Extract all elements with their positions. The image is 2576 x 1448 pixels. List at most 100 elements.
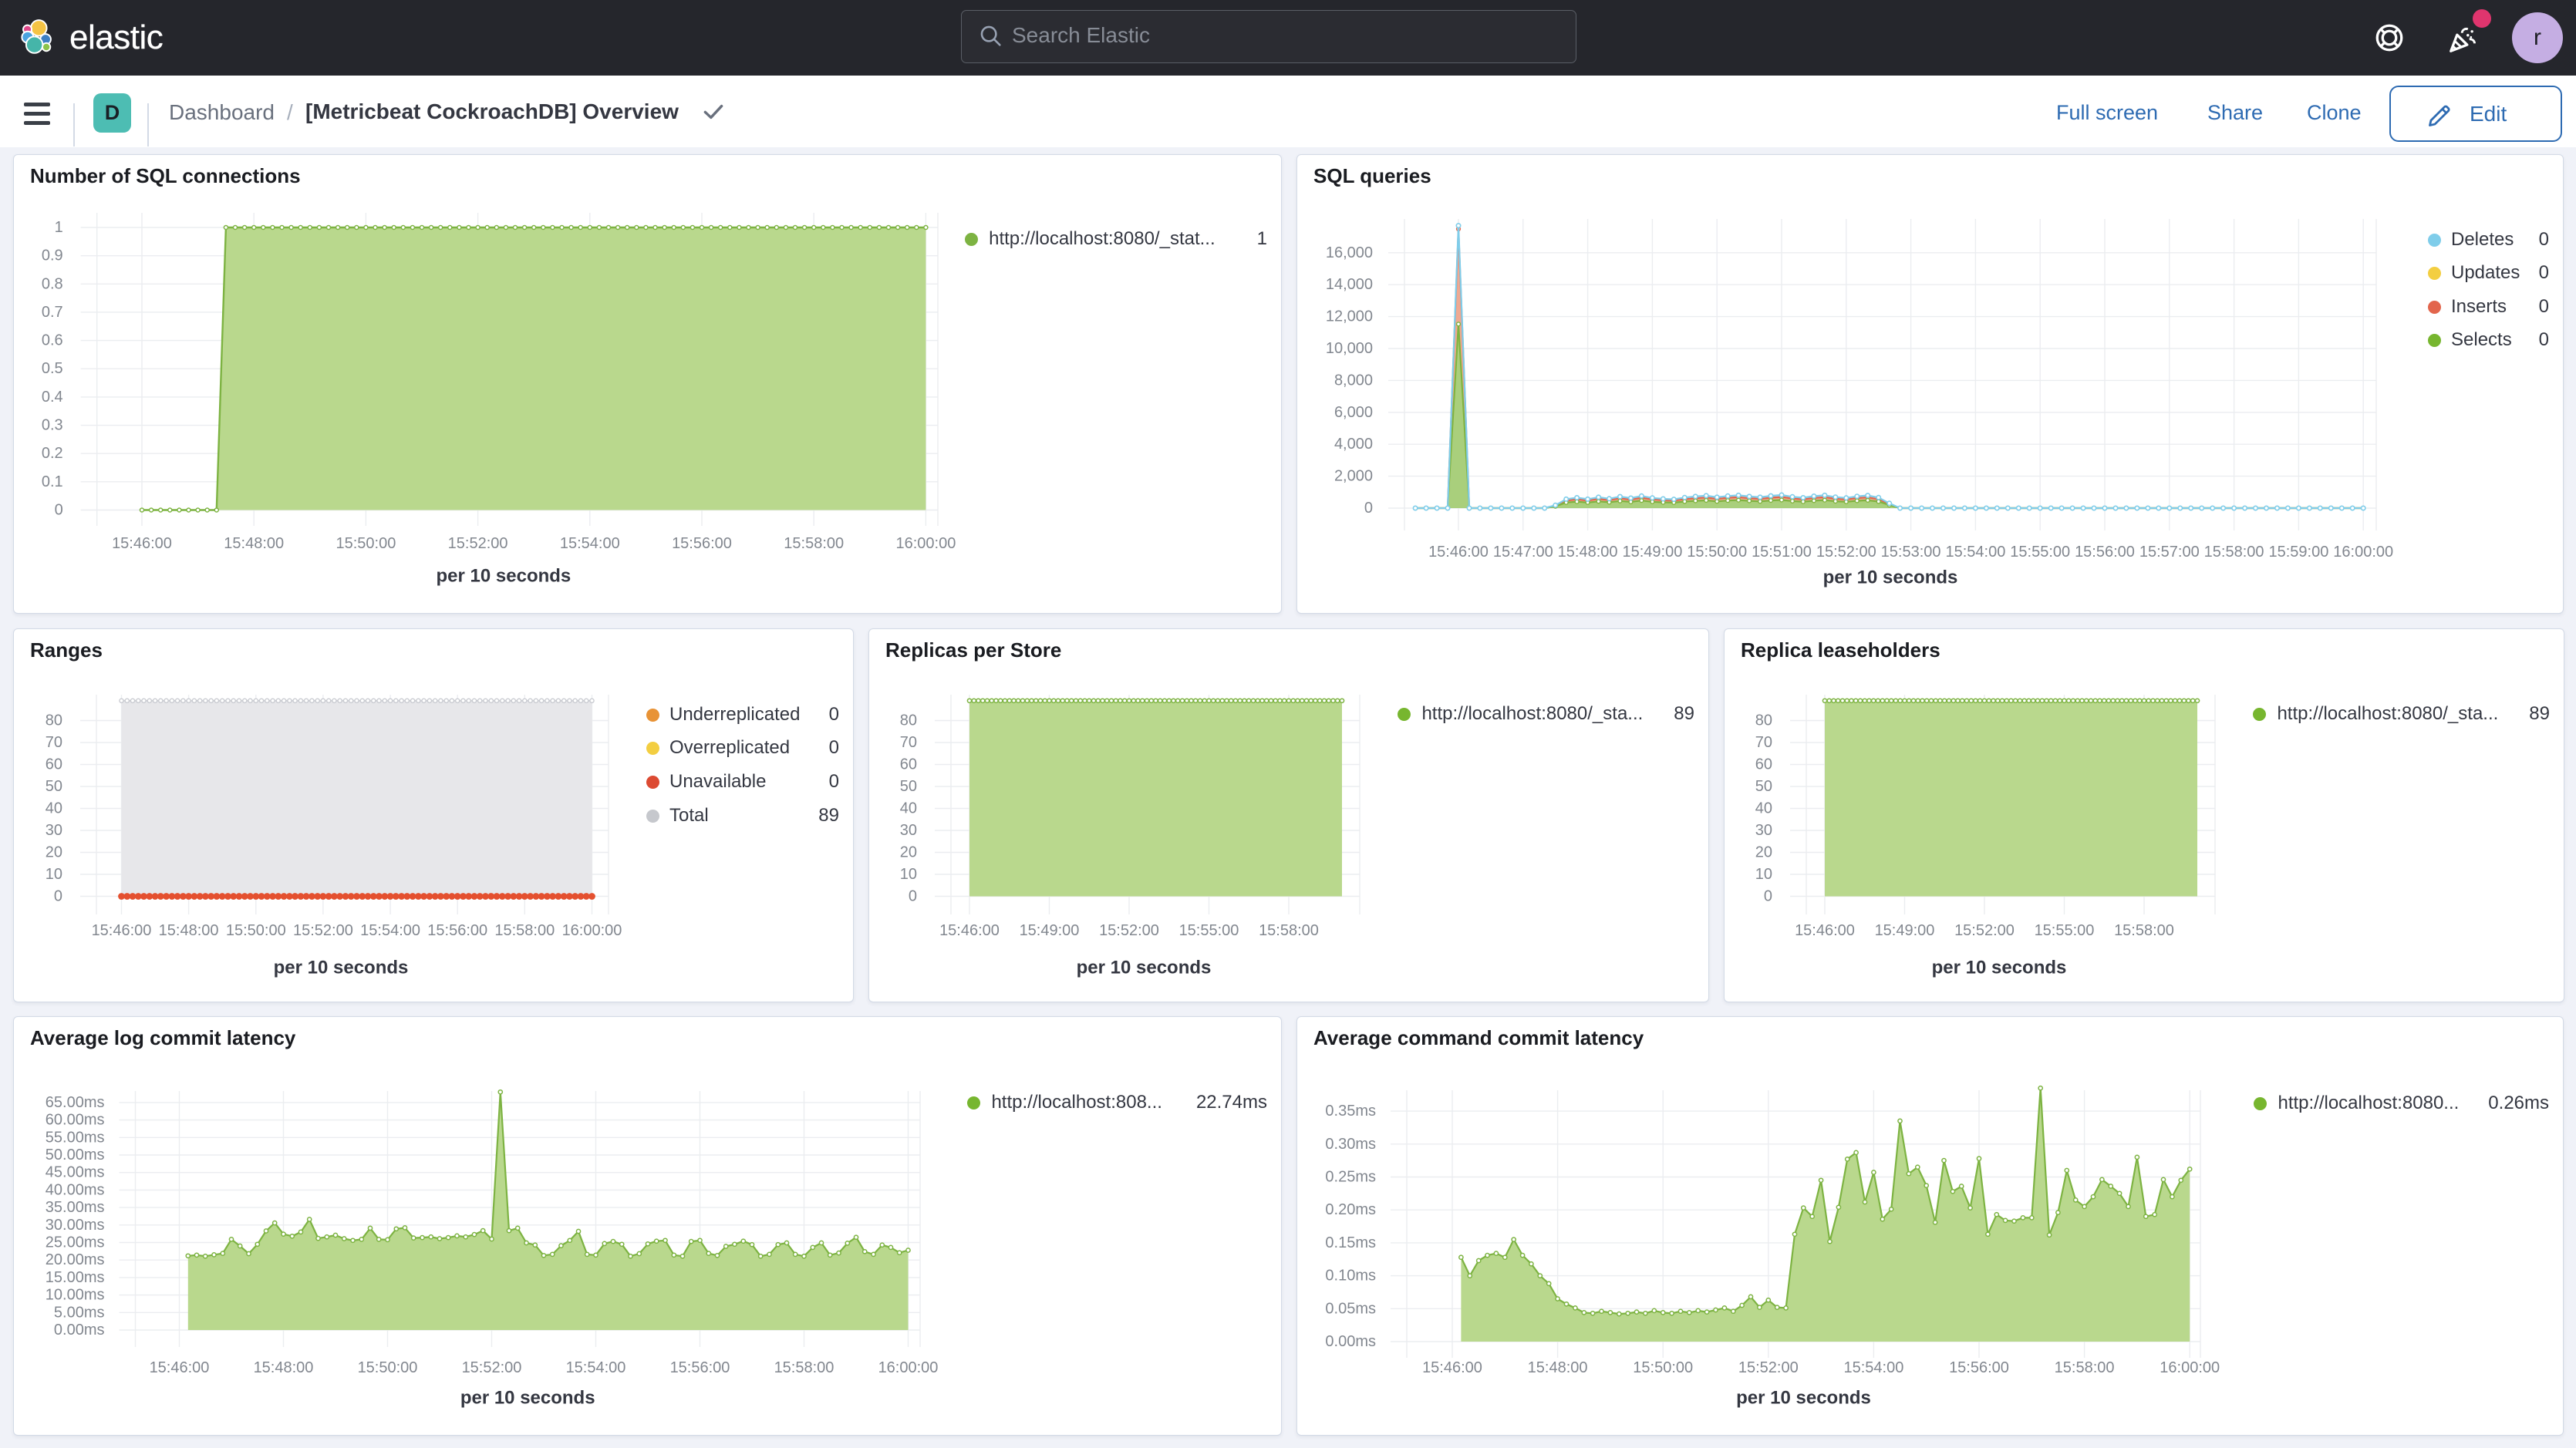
svg-text:30.00ms: 30.00ms [46,1217,105,1234]
svg-text:0.7: 0.7 [42,304,63,321]
svg-text:16:00:00: 16:00:00 [878,1359,939,1376]
svg-text:15:48:00: 15:48:00 [254,1359,314,1376]
svg-text:55.00ms: 55.00ms [46,1129,105,1146]
svg-text:15:55:00: 15:55:00 [1179,922,1239,939]
svg-text:2,000: 2,000 [1334,468,1373,485]
svg-text:65.00ms: 65.00ms [46,1094,105,1111]
svg-text:40: 40 [900,800,917,817]
svg-text:30: 30 [1755,822,1772,839]
svg-text:0.05ms: 0.05ms [1325,1300,1376,1317]
svg-text:16:00:00: 16:00:00 [895,535,956,552]
svg-text:15:48:00: 15:48:00 [1528,1359,1588,1376]
svg-text:0.10ms: 0.10ms [1325,1268,1376,1285]
svg-text:15:46:00: 15:46:00 [92,922,152,939]
svg-text:20.00ms: 20.00ms [46,1251,105,1268]
svg-text:12,000: 12,000 [1326,308,1373,325]
svg-text:15:57:00: 15:57:00 [2139,544,2200,561]
svg-text:15:50:00: 15:50:00 [358,1359,418,1376]
svg-text:15:56:00: 15:56:00 [670,1359,730,1376]
svg-text:15:54:00: 15:54:00 [1945,544,2005,561]
svg-text:0.5: 0.5 [42,360,63,377]
svg-text:70: 70 [46,734,62,751]
svg-text:15:52:00: 15:52:00 [448,535,508,552]
svg-text:16:00:00: 16:00:00 [2333,544,2393,561]
svg-text:0.20ms: 0.20ms [1325,1201,1376,1218]
svg-text:10: 10 [46,866,62,883]
svg-text:15:58:00: 15:58:00 [1259,922,1319,939]
svg-text:40.00ms: 40.00ms [46,1181,105,1198]
svg-text:10.00ms: 10.00ms [46,1287,105,1304]
svg-text:0: 0 [1364,500,1373,517]
svg-text:15:46:00: 15:46:00 [150,1359,210,1376]
svg-text:0.2: 0.2 [42,445,63,462]
svg-text:15:51:00: 15:51:00 [1752,544,1812,561]
svg-text:50.00ms: 50.00ms [46,1147,105,1163]
svg-text:15:56:00: 15:56:00 [1949,1359,2009,1376]
svg-text:6,000: 6,000 [1334,404,1373,421]
svg-text:15:48:00: 15:48:00 [1558,544,1618,561]
svg-text:15:46:00: 15:46:00 [1428,544,1489,561]
svg-text:16,000: 16,000 [1326,244,1373,261]
svg-text:15:58:00: 15:58:00 [2114,922,2174,939]
svg-text:per 10 seconds: per 10 seconds [1077,958,1212,978]
svg-text:40: 40 [46,800,62,817]
svg-text:15:56:00: 15:56:00 [2075,544,2135,561]
svg-text:15:50:00: 15:50:00 [1687,544,1747,561]
svg-text:15:55:00: 15:55:00 [2010,544,2070,561]
svg-text:15:53:00: 15:53:00 [1881,544,1941,561]
svg-text:15:55:00: 15:55:00 [2035,922,2095,939]
svg-text:15:46:00: 15:46:00 [112,535,172,552]
svg-text:0.1: 0.1 [42,473,63,490]
svg-text:4,000: 4,000 [1334,436,1373,453]
svg-text:per 10 seconds: per 10 seconds [1736,1388,1871,1409]
svg-text:0.3: 0.3 [42,417,63,434]
svg-text:15:58:00: 15:58:00 [494,922,555,939]
svg-text:0.30ms: 0.30ms [1325,1136,1376,1153]
svg-text:15:50:00: 15:50:00 [335,535,396,552]
svg-text:25.00ms: 25.00ms [46,1234,105,1251]
svg-text:per 10 seconds: per 10 seconds [437,566,572,587]
svg-text:20: 20 [46,844,62,861]
svg-text:15:56:00: 15:56:00 [672,535,732,552]
svg-text:20: 20 [900,844,917,861]
svg-text:5.00ms: 5.00ms [54,1304,105,1321]
svg-text:0: 0 [54,888,62,905]
svg-text:70: 70 [900,734,917,751]
svg-text:15:58:00: 15:58:00 [784,535,844,552]
svg-text:0.35ms: 0.35ms [1325,1103,1376,1120]
svg-text:0.8: 0.8 [42,275,63,292]
svg-text:50: 50 [1755,778,1772,795]
svg-text:10: 10 [900,866,917,883]
svg-text:40: 40 [1755,800,1772,817]
svg-text:1: 1 [55,219,63,236]
svg-text:15:49:00: 15:49:00 [1875,922,1935,939]
svg-text:15:46:00: 15:46:00 [1422,1359,1482,1376]
svg-text:15:58:00: 15:58:00 [2204,544,2264,561]
svg-text:0.00ms: 0.00ms [54,1322,105,1339]
svg-text:15:54:00: 15:54:00 [360,922,420,939]
svg-text:15:50:00: 15:50:00 [226,922,286,939]
svg-text:15:47:00: 15:47:00 [1493,544,1553,561]
svg-text:15:49:00: 15:49:00 [1622,544,1682,561]
svg-text:15:52:00: 15:52:00 [293,922,353,939]
svg-text:0.00ms: 0.00ms [1325,1333,1376,1350]
svg-text:60: 60 [1755,756,1772,773]
svg-text:14,000: 14,000 [1326,276,1373,293]
svg-text:15:49:00: 15:49:00 [1020,922,1080,939]
svg-text:15:54:00: 15:54:00 [560,535,620,552]
svg-text:15:52:00: 15:52:00 [1738,1359,1799,1376]
svg-text:10,000: 10,000 [1326,340,1373,357]
svg-text:8,000: 8,000 [1334,372,1373,389]
svg-text:60: 60 [46,756,62,773]
svg-text:80: 80 [1755,712,1772,729]
svg-text:50: 50 [46,778,62,795]
svg-text:15:54:00: 15:54:00 [1843,1359,1903,1376]
svg-text:30: 30 [900,822,917,839]
svg-text:80: 80 [46,712,62,729]
svg-text:60.00ms: 60.00ms [46,1112,105,1129]
svg-text:15:56:00: 15:56:00 [427,922,487,939]
svg-text:15:52:00: 15:52:00 [1816,544,1876,561]
svg-text:0.15ms: 0.15ms [1325,1234,1376,1251]
svg-text:50: 50 [900,778,917,795]
svg-text:60: 60 [900,756,917,773]
